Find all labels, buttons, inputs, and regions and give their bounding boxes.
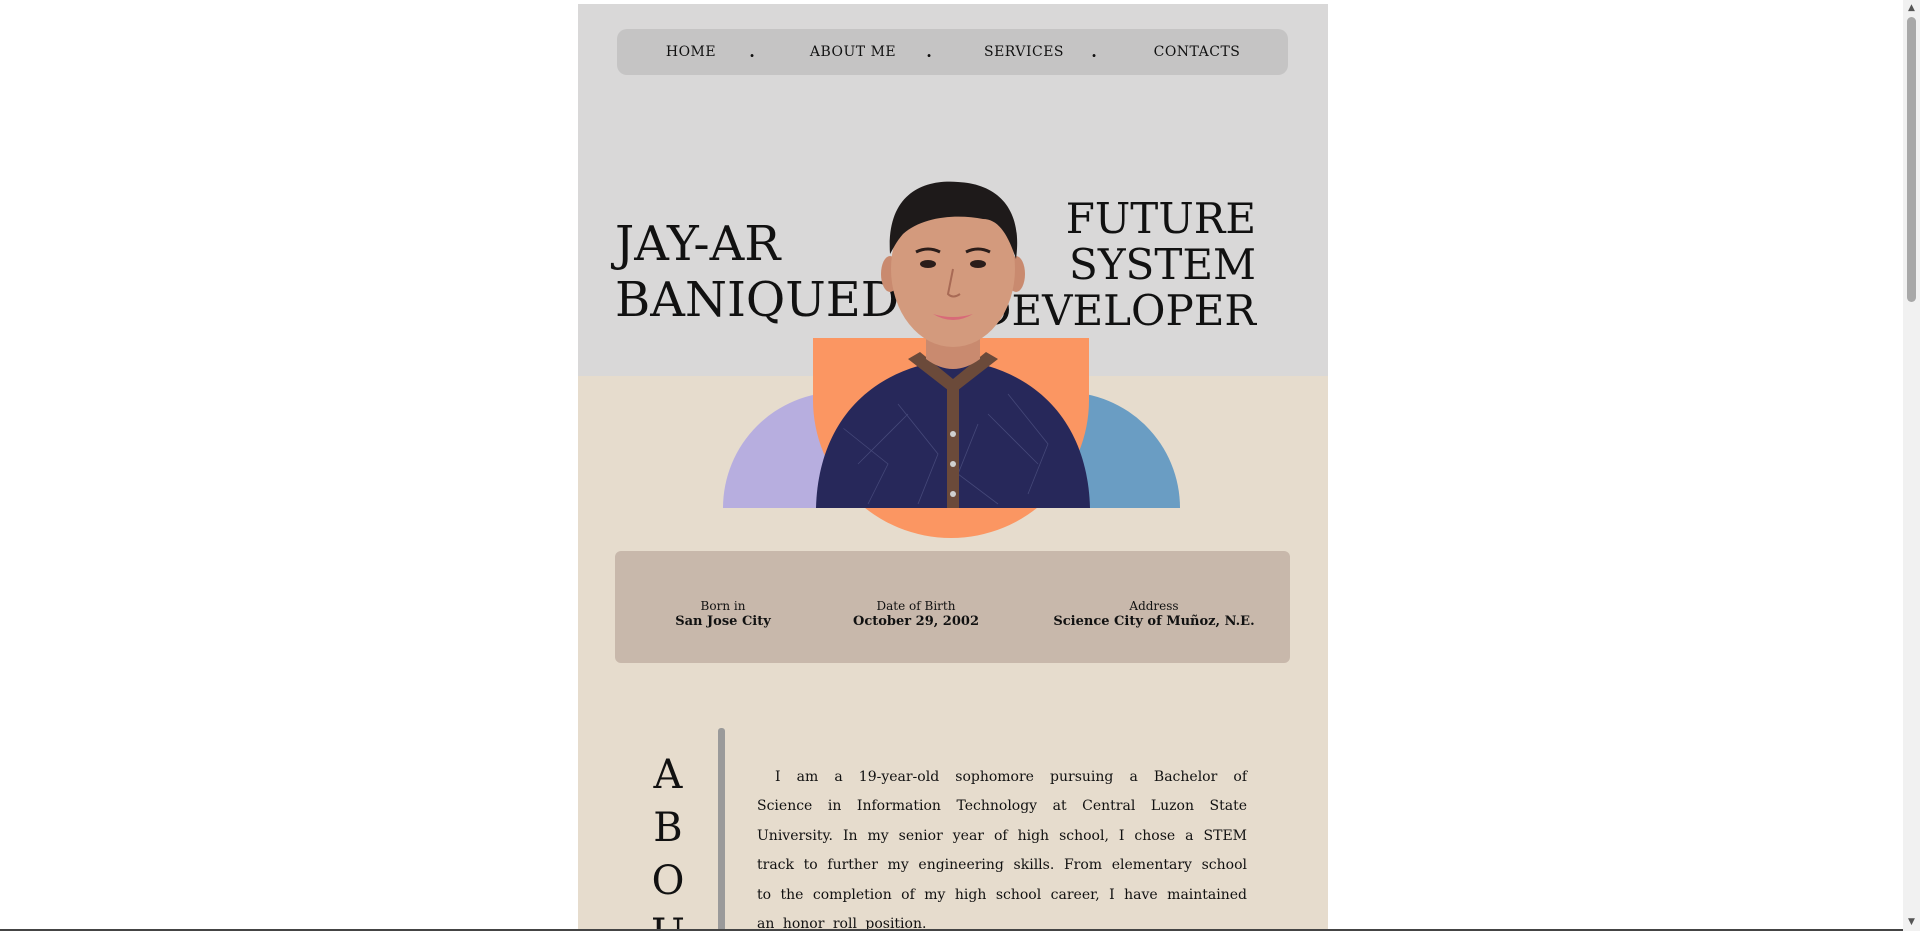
nav-about-link[interactable]: ABOUT ME [810,29,896,75]
about-paragraph: I am a 19-year-old sophomore pursuing a … [757,769,1247,931]
scroll-up-arrow-icon[interactable]: ▲ [1903,0,1920,17]
about-vertical-heading: A B O U [648,749,688,931]
nav-home-link[interactable]: HOME [666,29,716,75]
info-born-value: San Jose City [675,614,771,629]
info-born: Born in San Jose City [675,598,771,630]
scroll-down-arrow-icon[interactable]: ▼ [1903,914,1920,931]
info-born-label: Born in [700,599,746,613]
info-dob-value: October 29, 2002 [853,614,979,629]
info-address: Address Science City of Muñoz, N.E. [1053,598,1254,630]
about-letter: U [648,908,688,931]
nav-separator: . [1091,42,1097,61]
info-dob: Date of Birth October 29, 2002 [853,598,979,630]
nav-separator: . [749,42,755,61]
nav-separator: . [926,42,932,61]
info-address-value: Science City of Muñoz, N.E. [1053,614,1255,629]
nav-services-link[interactable]: SERVICES [984,29,1064,75]
info-address-label: Address [1129,599,1179,613]
top-nav: HOME . ABOUT ME . SERVICES . CONTACTS [617,29,1288,75]
personal-info-card: Born in San Jose City Date of Birth Octo… [615,551,1290,663]
about-letter: B [653,805,683,851]
portfolio-page: HOME . ABOUT ME . SERVICES . CONTACTS JA… [578,4,1328,931]
profile-photo [816,181,1090,508]
info-dob-label: Date of Birth [876,599,956,613]
about-letter: A [653,752,683,798]
about-letter: O [651,858,685,904]
vertical-scrollbar[interactable]: ▲ ▼ [1903,0,1920,931]
scrollbar-thumb[interactable] [1907,17,1916,302]
about-divider [718,728,725,931]
nav-contacts-link[interactable]: CONTACTS [1154,29,1241,75]
